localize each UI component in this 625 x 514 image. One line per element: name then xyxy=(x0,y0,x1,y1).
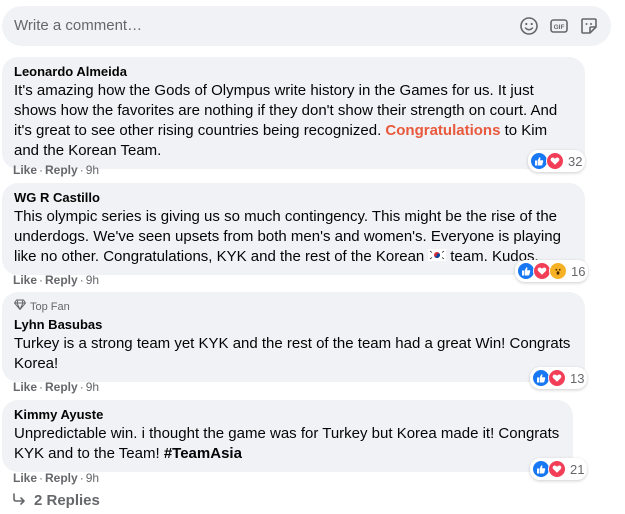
love-reaction-icon xyxy=(546,152,564,170)
like-button[interactable]: Like xyxy=(13,471,37,485)
diamond-icon xyxy=(13,299,27,314)
reaction-count: 32 xyxy=(568,153,583,169)
reaction-summary[interactable]: 16 xyxy=(515,260,589,282)
comment-text: Unpredictable win. i thought the game wa… xyxy=(14,424,561,464)
comment-time[interactable]: 9h xyxy=(86,471,99,485)
badge-label: Top Fan xyxy=(30,300,70,313)
reply-arrow-icon xyxy=(12,492,26,509)
comment-text: Turkey is a strong team yet KYK and the … xyxy=(14,335,571,372)
emoji-icon[interactable] xyxy=(519,16,539,36)
replies-label: 2 Replies xyxy=(34,492,100,509)
comment-author[interactable]: Leonardo Almeida xyxy=(14,64,573,80)
comment-author[interactable]: WG R Castillo xyxy=(14,190,573,206)
comment-text-part: Unpredictable win. i thought the game wa… xyxy=(14,425,560,462)
comment-time[interactable]: 9h xyxy=(86,380,99,394)
love-reaction-icon xyxy=(548,369,566,387)
south-korea-flag-icon xyxy=(428,247,447,267)
sticker-icon[interactable] xyxy=(579,16,599,36)
comment-input[interactable]: Write a comment… GIF xyxy=(2,6,611,46)
hashtag-link[interactable]: #TeamAsia xyxy=(164,445,242,462)
reaction-summary[interactable]: 13 xyxy=(530,367,588,389)
comment-actions: Like · Reply · 9h xyxy=(13,380,100,394)
top-fan-badge: Top Fan xyxy=(13,299,573,314)
reaction-count: 13 xyxy=(570,370,585,386)
svg-text:GIF: GIF xyxy=(554,24,565,31)
reaction-count: 21 xyxy=(570,461,585,477)
love-reaction-icon xyxy=(548,460,566,478)
comment-bubble: Kimmy Ayuste Unpredictable win. i though… xyxy=(2,400,573,472)
comment-author[interactable]: Lyhn Basubas xyxy=(14,317,573,333)
wow-reaction-icon xyxy=(549,262,567,280)
comment-bubble: Top Fan Lyhn Basubas Turkey is a strong … xyxy=(2,292,585,382)
comment-author[interactable]: Kimmy Ayuste xyxy=(14,407,561,423)
comment-actions: Like · Reply · 9h xyxy=(13,471,100,485)
reaction-summary[interactable]: 21 xyxy=(530,458,588,480)
comment-bubble: WG R Castillo This olympic series is giv… xyxy=(2,183,585,276)
comment-text: It's amazing how the Gods of Olympus wri… xyxy=(14,81,573,161)
reply-button[interactable]: Reply xyxy=(45,273,78,287)
like-button[interactable]: Like xyxy=(13,273,37,287)
composer-icons: GIF xyxy=(519,16,599,36)
reply-button[interactable]: Reply xyxy=(45,380,78,394)
like-button[interactable]: Like xyxy=(13,380,37,394)
reply-button[interactable]: Reply xyxy=(45,471,78,485)
highlighted-word: Congratulations xyxy=(385,122,501,139)
gif-icon[interactable]: GIF xyxy=(549,16,569,36)
reaction-summary[interactable]: 32 xyxy=(528,150,586,172)
comment-time[interactable]: 9h xyxy=(86,273,99,287)
comment-actions: Like · Reply · 9h xyxy=(13,273,100,287)
comment-bubble: Leonardo Almeida It's amazing how the Go… xyxy=(2,57,585,169)
reaction-count: 16 xyxy=(571,263,586,279)
view-replies-link[interactable]: 2 Replies xyxy=(12,492,100,509)
comment-placeholder: Write a comment… xyxy=(14,17,143,34)
reply-button[interactable]: Reply xyxy=(45,163,78,177)
comment-text: This olympic series is giving us so much… xyxy=(14,207,573,267)
comment-time[interactable]: 9h xyxy=(86,163,99,177)
comment-actions: Like · Reply · 9h xyxy=(13,163,100,177)
like-button[interactable]: Like xyxy=(13,163,37,177)
